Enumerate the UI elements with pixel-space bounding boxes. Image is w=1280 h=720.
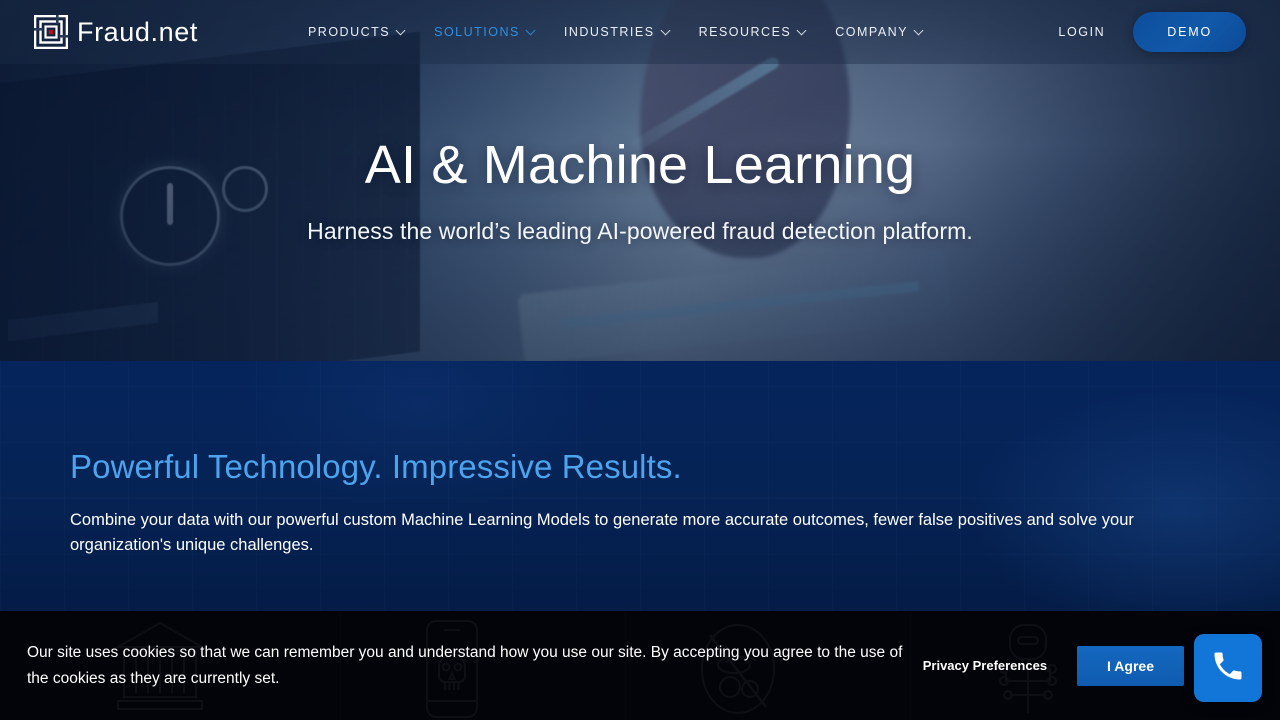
chevron-down-icon	[395, 25, 406, 35]
nav-item-company[interactable]: COMPANY	[835, 25, 924, 39]
nav-label: PRODUCTS	[307, 25, 391, 39]
technology-section: Powerful Technology. Impressive Results.…	[0, 361, 1280, 611]
main-navigation: PRODUCTS SOLUTIONS INDUSTRIES RESOURCES …	[307, 25, 924, 39]
section-body-text: Combine your data with our powerful cust…	[70, 511, 1134, 555]
chevron-down-icon	[796, 25, 807, 35]
section-heading: Powerful Technology. Impressive Results.	[70, 448, 682, 485]
nav-label: RESOURCES	[698, 25, 792, 39]
i-agree-button[interactable]: I Agree	[1077, 645, 1184, 686]
call-button[interactable]	[1194, 634, 1262, 702]
nav-label: COMPANY	[835, 25, 909, 39]
demo-button[interactable]: DEMO	[1133, 12, 1246, 52]
header-actions: LOGIN DEMO	[1058, 12, 1246, 52]
phone-icon	[1210, 648, 1246, 689]
brand-logo-link[interactable]: Fraud.net	[33, 14, 198, 50]
cookie-actions: Privacy Preferences I Agree	[923, 645, 1184, 686]
nav-label: INDUSTRIES	[563, 25, 655, 39]
nav-item-industries[interactable]: INDUSTRIES	[563, 25, 671, 39]
nav-item-products[interactable]: PRODUCTS	[307, 25, 406, 39]
site-header: Fraud.net PRODUCTS SOLUTIONS INDUSTRIES …	[0, 0, 1280, 64]
cookie-message: Our site uses cookies so that we can rem…	[27, 644, 903, 687]
privacy-preferences-link[interactable]: Privacy Preferences	[923, 658, 1047, 673]
page-root: AI & Machine Learning Harness the world’…	[0, 0, 1280, 720]
nav-item-solutions[interactable]: SOLUTIONS	[434, 25, 536, 39]
brand-name: Fraud.net	[77, 16, 198, 47]
hero-title: AI & Machine Learning	[364, 134, 916, 195]
nav-item-resources[interactable]: RESOURCES	[698, 25, 807, 39]
cookie-consent-bar: Our site uses cookies so that we can rem…	[0, 611, 1280, 720]
chevron-down-icon	[913, 25, 924, 35]
chevron-down-icon	[660, 25, 671, 35]
chevron-down-icon	[525, 25, 536, 35]
nav-label: SOLUTIONS	[434, 25, 520, 39]
hero-subtitle: Harness the world’s leading AI-powered f…	[307, 218, 973, 245]
maze-logo-icon	[33, 14, 69, 50]
login-link[interactable]: LOGIN	[1058, 25, 1105, 39]
